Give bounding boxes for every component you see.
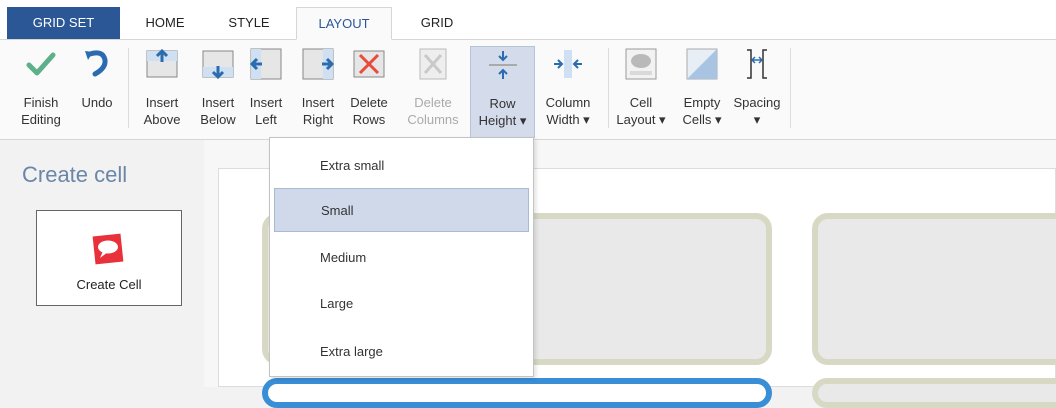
delete-columns-button[interactable]: Delete Columns [404, 46, 462, 128]
insert-left-button[interactable]: Insert Left [246, 46, 286, 128]
delete-rows-icon [353, 50, 385, 78]
delete-rows-label: Delete Rows [350, 95, 388, 127]
grid-cell[interactable] [812, 378, 1056, 408]
empty-cells-label: Empty Cells ▾ [682, 95, 722, 127]
delete-columns-icon [419, 48, 447, 80]
ribbon-separator [608, 48, 609, 128]
delete-columns-label: Delete Columns [407, 95, 459, 127]
spacing-icon [747, 49, 767, 79]
tab-grid[interactable]: GRID [410, 7, 464, 39]
tab-style[interactable]: STYLE [226, 7, 272, 39]
spacing-label: Spacing ▾ [733, 95, 781, 127]
row-height-dropdown: Extra small Small Medium Large Extra lar… [269, 137, 534, 377]
empty-cells-icon [686, 48, 718, 80]
dropdown-item-extra-large[interactable]: Extra large [274, 330, 529, 374]
create-cell-panel: Create cell Create Cell [0, 140, 204, 387]
tab-bar: GRID SET HOME STYLE LAYOUT GRID [0, 0, 1056, 40]
cell-layout-icon [625, 48, 657, 80]
dropdown-item-small[interactable]: Small [274, 188, 529, 232]
dropdown-item-extra-small[interactable]: Extra small [274, 144, 529, 188]
insert-right-label: Insert Right [301, 95, 335, 127]
insert-above-label: Insert Above [143, 95, 181, 127]
row-height-label: Row Height ▾ [478, 96, 527, 128]
insert-right-icon [302, 48, 335, 80]
tab-home[interactable]: HOME [140, 7, 190, 39]
delete-rows-button[interactable]: Delete Rows [344, 46, 394, 128]
undo-button[interactable]: Undo [74, 46, 120, 111]
tab-grid-set[interactable]: GRID SET [7, 7, 120, 39]
tab-layout[interactable]: LAYOUT [296, 7, 392, 40]
create-cell-button[interactable]: Create Cell [36, 210, 182, 306]
cell-layout-label: Cell Layout ▾ [616, 95, 666, 127]
dropdown-item-large[interactable]: Large [274, 282, 529, 326]
panel-title: Create cell [22, 162, 128, 187]
insert-below-button[interactable]: Insert Below [194, 46, 242, 128]
ribbon-separator [790, 48, 791, 128]
finish-editing-button[interactable]: Finish Editing [18, 46, 64, 128]
empty-cells-button[interactable]: Empty Cells ▾ [676, 46, 728, 128]
grid-cell-selected[interactable] [262, 378, 772, 408]
column-width-label: Column Width ▾ [545, 95, 591, 127]
insert-above-icon [146, 48, 178, 78]
create-cell-label: Create Cell [76, 277, 142, 292]
insert-above-button[interactable]: Insert Above [138, 46, 186, 128]
insert-below-icon [202, 50, 234, 80]
grid-cell[interactable] [812, 213, 1056, 365]
undo-icon [85, 50, 108, 77]
checkmark-icon [26, 52, 56, 76]
ribbon-toolbar: Finish Editing Undo Insert Above Insert … [0, 40, 1056, 140]
insert-left-label: Insert Left [249, 95, 283, 127]
insert-below-label: Insert Below [200, 95, 236, 127]
finish-editing-label: Finish Editing [21, 95, 61, 127]
column-width-button[interactable]: Column Width ▾ [538, 46, 598, 128]
insert-left-icon [249, 48, 282, 80]
row-height-button[interactable]: Row Height ▾ [470, 46, 535, 138]
ribbon-separator [128, 48, 129, 128]
row-height-icon [488, 51, 517, 79]
spacing-button[interactable]: Spacing ▾ [728, 46, 786, 128]
column-width-icon [554, 50, 582, 78]
dropdown-item-medium[interactable]: Medium [274, 236, 529, 280]
cell-layout-button[interactable]: Cell Layout ▾ [612, 46, 670, 128]
undo-label: Undo [81, 95, 113, 110]
speech-bubble-icon [92, 233, 124, 265]
insert-right-button[interactable]: Insert Right [296, 46, 340, 128]
